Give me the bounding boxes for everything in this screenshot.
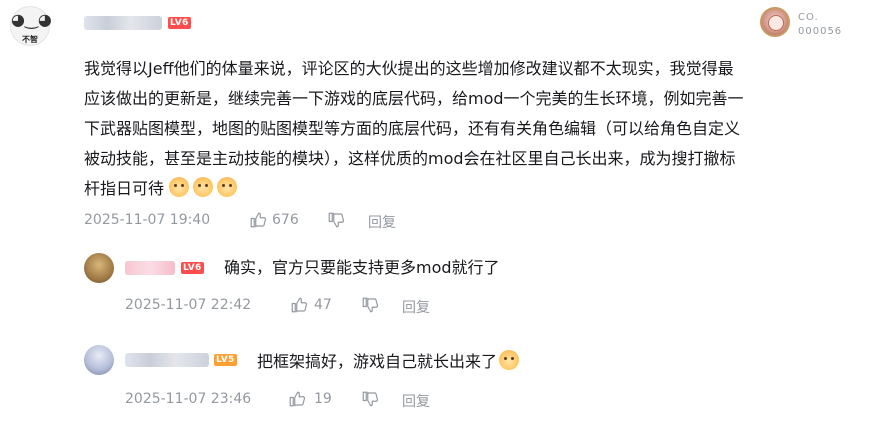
dislike-button[interactable] bbox=[361, 390, 379, 408]
reply-button[interactable]: 回复 bbox=[368, 212, 396, 232]
thumbs-up-icon bbox=[289, 391, 306, 407]
medal-icon bbox=[760, 7, 790, 37]
comment-line: 被动技能，甚至是主动技能的模块），这样优质的mod会在社区里自己长出来，成为搜打… bbox=[84, 149, 736, 168]
like-button[interactable] bbox=[288, 390, 306, 408]
reply-username[interactable] bbox=[125, 261, 175, 275]
reply-text: 把框架搞好，游戏自己就长出来了 bbox=[257, 352, 498, 371]
like-count: 676 bbox=[272, 212, 299, 228]
dislike-button[interactable] bbox=[327, 211, 345, 229]
like-count: 47 bbox=[314, 297, 332, 313]
comment-line: 我觉得以Jeff他们的体量来说，评论区的大伙提出的这些增加修改建议都不太现实，我… bbox=[84, 59, 734, 78]
reply-avatar[interactable] bbox=[84, 253, 114, 283]
like-button[interactable] bbox=[249, 211, 267, 229]
thumbs-down-icon bbox=[362, 297, 379, 313]
reply-button[interactable]: 回复 bbox=[402, 391, 430, 411]
comment-text: 我觉得以Jeff他们的体量来说，评论区的大伙提出的这些增加修改建议都不太现实，我… bbox=[84, 54, 864, 204]
like-count: 19 bbox=[314, 391, 332, 407]
thumbs-up-icon bbox=[291, 297, 308, 313]
level-badge: LV6 bbox=[181, 262, 204, 274]
author-avatar[interactable]: ◕‿◕ 不智 bbox=[10, 6, 52, 46]
thumbs-down-icon bbox=[362, 391, 379, 407]
doge-emoji-icon bbox=[169, 177, 190, 197]
reply-button[interactable]: 回复 bbox=[402, 297, 430, 317]
author-username[interactable] bbox=[84, 16, 162, 30]
comment-time: 2025-11-07 19:40 bbox=[84, 212, 211, 228]
reply-username[interactable] bbox=[125, 353, 209, 367]
doge-emoji-icon bbox=[217, 177, 238, 197]
comment-line: 下武器贴图模型，地图的贴图模型等方面的底层代码，还有有关角色编辑（可以给角色自定… bbox=[84, 119, 741, 138]
doge-emoji-icon bbox=[193, 177, 214, 197]
reply-time: 2025-11-07 23:46 bbox=[125, 391, 252, 407]
reply-meta: 2025-11-07 23:46 19 回复 bbox=[125, 390, 445, 411]
avatar-caption: 不智 bbox=[22, 35, 38, 44]
fan-medal[interactable]: CO. 000056 bbox=[760, 6, 866, 40]
reply-time: 2025-11-07 22:42 bbox=[125, 297, 252, 313]
dislike-button[interactable] bbox=[361, 296, 379, 314]
reply-text-wrap: 把框架搞好，游戏自己就长出来了 bbox=[257, 350, 523, 372]
reply-avatar[interactable] bbox=[84, 345, 114, 375]
reply-text: 确实，官方只要能支持更多mod就行了 bbox=[224, 258, 500, 277]
comment-meta: 2025-11-07 19:40 676 回复 bbox=[84, 211, 444, 232]
reply-meta: 2025-11-07 22:42 47 回复 bbox=[125, 296, 445, 317]
comment-line-last: 杆指日可待 bbox=[84, 174, 864, 204]
comment-line: 杆指日可待 bbox=[84, 179, 165, 198]
medal-label: CO. bbox=[798, 12, 819, 23]
comment-line: 应该做出的更新是，继续完善一下游戏的底层代码，给mod一个完美的生长环境，例如完… bbox=[84, 89, 744, 108]
level-badge: LV5 bbox=[214, 354, 237, 366]
like-button[interactable] bbox=[290, 296, 308, 314]
thumbs-up-icon bbox=[250, 212, 267, 228]
doge-emoji-icon bbox=[499, 350, 520, 370]
thumbs-down-icon bbox=[328, 212, 345, 228]
avatar-face-icon: ◕‿◕ bbox=[11, 10, 52, 29]
level-badge: LV6 bbox=[168, 17, 191, 29]
medal-number: 000056 bbox=[798, 26, 843, 37]
